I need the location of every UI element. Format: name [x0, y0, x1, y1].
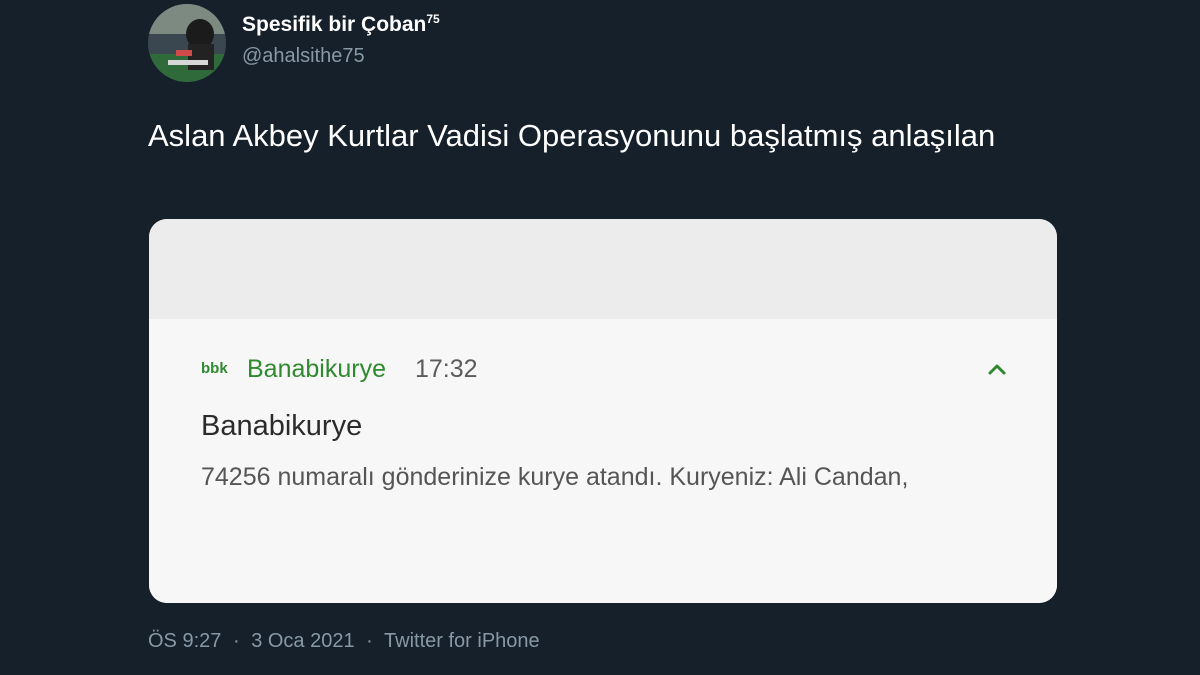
screenshot-top-area: [149, 219, 1057, 319]
author-name-superscript: 75: [426, 12, 440, 26]
notification-card: bbk Banabikurye 17:32 Banabikurye 74256 …: [149, 319, 1057, 501]
meta-separator: ·: [366, 630, 373, 652]
chevron-up-icon: [985, 359, 1009, 379]
tweet-text: Aslan Akbey Kurtlar Vadisi Operasyonunu …: [148, 118, 996, 153]
author-display-name[interactable]: Spesifik bir Çoban75: [242, 13, 440, 37]
tweet-meta: ÖS 9:27 · 3 Oca 2021 · Twitter for iPhon…: [148, 630, 540, 653]
avatar-image: [148, 4, 226, 82]
meta-separator: ·: [232, 630, 240, 652]
tweet-media-image[interactable]: bbk Banabikurye 17:32 Banabikurye 74256 …: [149, 219, 1057, 603]
avatar[interactable]: [148, 4, 226, 82]
author-name-text: Spesifik bir Çoban: [242, 13, 427, 36]
tweet-time[interactable]: ÖS 9:27: [148, 630, 221, 652]
notification-title: Banabikurye: [201, 410, 363, 442]
author-handle[interactable]: @ahalsithe75: [242, 45, 365, 68]
screenshot-bottom-area: [149, 501, 1057, 603]
notification-body: 74256 numaralı gönderinize kurye atandı.…: [201, 463, 909, 491]
notification-time: 17:32: [415, 355, 478, 383]
notification-app-name: Banabikurye: [247, 355, 386, 383]
app-logo: bbk: [201, 360, 228, 377]
tweet-source[interactable]: Twitter for iPhone: [384, 630, 540, 652]
tweet-date[interactable]: 3 Oca 2021: [251, 630, 354, 652]
